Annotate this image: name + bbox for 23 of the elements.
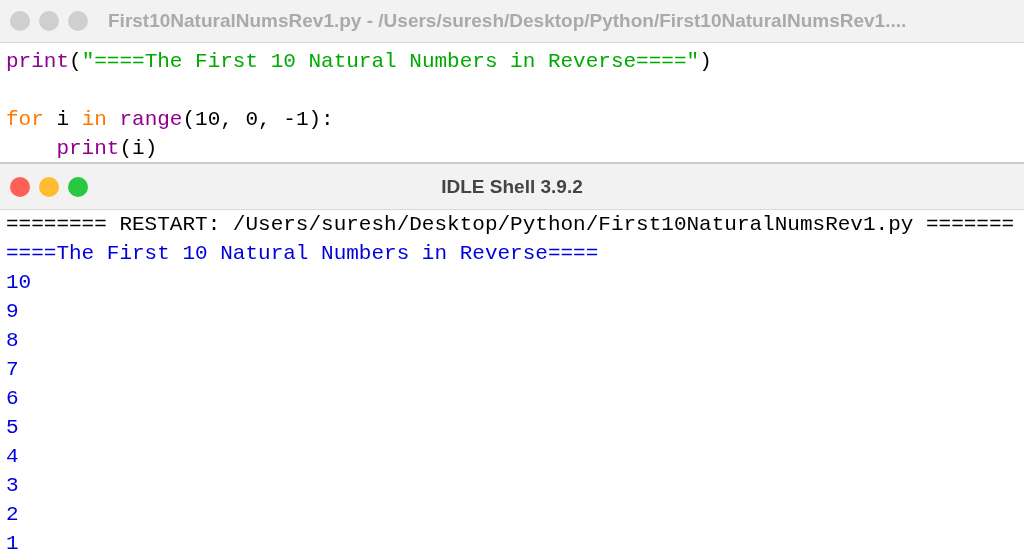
minimize-button[interactable] [39, 176, 59, 197]
minimize-button[interactable] [39, 11, 59, 31]
output-line: 4 [6, 444, 20, 470]
code-line: print(i) [55, 136, 159, 162]
window-title: First10NaturalNumsRev1.py - /Users/suresh/Desktop/Python/First10NaturalNumsRev1.... [108, 10, 907, 32]
output-line: ======== RESTART: /Users/suresh/Desktop/Python/First10NaturalNumsRev1.py ======= [6, 212, 1016, 238]
code-line: print("====The First 10 Natural Numbers in Reverse====") [6, 49, 713, 75]
output-line: 9 [6, 299, 20, 325]
output-line: 2 [6, 502, 20, 528]
code-line: for i in range(10, 0, -1): [6, 107, 335, 133]
output-line: 1 [6, 531, 20, 557]
window-title: IDLE Shell 3.9.2 [440, 175, 584, 198]
output-line: 6 [6, 386, 20, 412]
output-line: 3 [6, 473, 20, 499]
output-line: 5 [6, 415, 20, 441]
close-button[interactable] [10, 11, 30, 31]
output-line: ====The First 10 Natural Numbers in Reverse==== [6, 241, 600, 267]
close-button[interactable] [10, 176, 30, 197]
output-line: 7 [6, 357, 20, 383]
output-line: 10 [6, 270, 33, 296]
zoom-button[interactable] [68, 11, 88, 31]
zoom-button[interactable] [68, 176, 88, 197]
output-line: 8 [6, 328, 20, 354]
